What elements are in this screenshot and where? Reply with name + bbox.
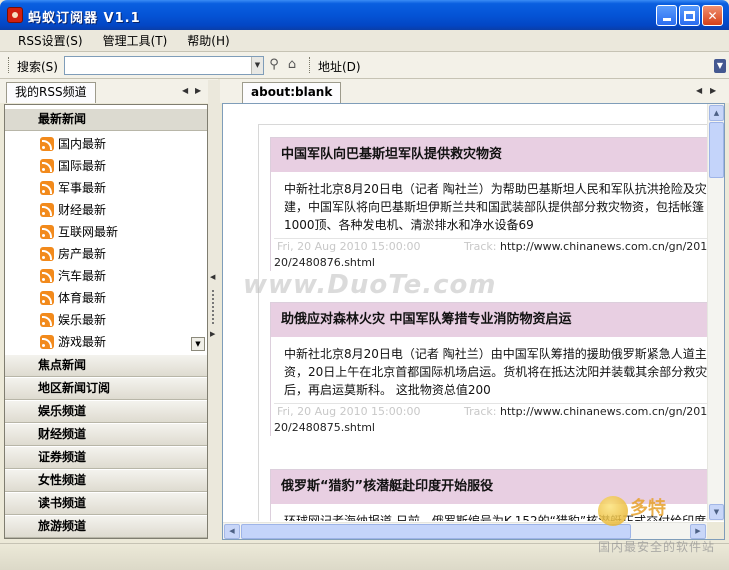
- tab-my-rss[interactable]: 我的RSS频道: [6, 82, 96, 103]
- rss-icon: [40, 203, 54, 217]
- feed-item[interactable]: 房产最新: [5, 243, 193, 265]
- rss-icon: [40, 291, 54, 305]
- address-label: 地址(D): [318, 60, 361, 74]
- maximize-icon: [684, 10, 695, 21]
- scroll-left-icon[interactable]: ◀: [224, 524, 240, 539]
- search-label: 搜索(S): [17, 60, 58, 74]
- article-link-continued[interactable]: 20/2480876.shtml: [271, 255, 707, 271]
- feed-item[interactable]: 汽车最新: [5, 265, 193, 287]
- rss-icon: [40, 137, 54, 151]
- rss-icon: [40, 225, 54, 239]
- article-card[interactable]: 助俄应对森林火灾 中国军队筹措专业消防物资启运 中新社北京8月20日电（记者 陶…: [270, 302, 707, 436]
- group-header[interactable]: 证券频道: [5, 446, 207, 469]
- collapse-left-icon[interactable]: ◀: [210, 273, 215, 281]
- group-header[interactable]: 娱乐频道: [5, 400, 207, 423]
- splitter-grip[interactable]: [212, 290, 215, 324]
- article-card[interactable]: 中国军队向巴基斯坦军队提供救灾物资 中新社北京8月20日电（记者 陶社兰）为帮助…: [270, 137, 707, 271]
- article-link[interactable]: http://www.chinanews.com.cn/gn/2010/08-: [500, 240, 707, 253]
- rss-icon: [40, 335, 54, 349]
- search-input[interactable]: ▼: [64, 56, 264, 75]
- article-track-label: Track:: [463, 405, 497, 418]
- magnifier-icon[interactable]: ⚲: [266, 57, 282, 73]
- group-header[interactable]: 旅游频道: [5, 515, 207, 538]
- chevron-down-icon[interactable]: ▼: [191, 337, 205, 351]
- watermark-duote: www.DuoTe.com: [243, 270, 497, 300]
- minimize-icon: [662, 18, 671, 21]
- article-meta: Fri, 20 Aug 2010 15:00:00 Track: http://…: [274, 238, 707, 255]
- tab-next-icon[interactable]: ▶: [710, 86, 716, 95]
- scroll-down-icon[interactable]: ▼: [709, 504, 724, 520]
- tab-prev-icon[interactable]: ◀: [696, 86, 702, 95]
- chevron-down-icon[interactable]: ▼: [251, 57, 263, 74]
- article-title[interactable]: 中国军队向巴基斯坦军队提供救灾物资: [271, 138, 707, 172]
- toolbar-overflow-icon[interactable]: ▼: [714, 59, 726, 73]
- ant-app-icon: [7, 7, 23, 23]
- rss-icon: [40, 269, 54, 283]
- article-date: Fri, 20 Aug 2010 15:00:00: [277, 240, 421, 253]
- watermark-corner-sub: 国内最安全的软件站: [598, 540, 716, 554]
- panel-splitter[interactable]: ◀ ▶: [208, 80, 220, 540]
- rss-icon: [40, 181, 54, 195]
- menu-bar: RSS设置(S) 管理工具(T) 帮助(H): [0, 30, 729, 52]
- article-link[interactable]: http://www.chinanews.com.cn/gn/2010/08-: [500, 405, 707, 418]
- close-button[interactable]: ✕: [702, 5, 723, 26]
- article-date: Fri, 20 Aug 2010 15:00:00: [277, 405, 421, 418]
- menu-manage-tools[interactable]: 管理工具(T): [95, 31, 176, 51]
- scroll-up-icon[interactable]: ▲: [709, 105, 724, 121]
- article-body: 中新社北京8月20日电（记者 陶社兰）由中国军队筹措的援助俄罗斯紧急人道主义物 …: [284, 347, 707, 397]
- feed-item[interactable]: 国内最新: [5, 133, 193, 155]
- tab-prev-icon[interactable]: ◀: [182, 86, 188, 95]
- scroll-corner: [707, 522, 724, 539]
- menu-help[interactable]: 帮助(H): [179, 31, 237, 51]
- article-track-label: Track:: [463, 240, 497, 253]
- group-header[interactable]: 女性频道: [5, 469, 207, 492]
- group-latest-news[interactable]: 最新新闻: [5, 108, 207, 131]
- group-header[interactable]: 读书频道: [5, 492, 207, 515]
- rss-icon: [40, 247, 54, 261]
- horizontal-scroll-thumb[interactable]: [241, 524, 631, 539]
- vertical-scroll-thumb[interactable]: [709, 122, 724, 178]
- rss-channel-tree: 最新新闻 国内最新 国际最新 军事最新 财经最新 互联网最新 房产最新 汽车最新…: [4, 104, 208, 539]
- title-bar[interactable]: 蚂蚁订阅器 V1.1 ✕: [0, 0, 729, 30]
- group-header[interactable]: 焦点新闻: [5, 354, 207, 377]
- home-icon[interactable]: ⌂: [284, 57, 300, 73]
- expand-right-icon[interactable]: ▶: [210, 330, 215, 338]
- tab-browser[interactable]: about:blank: [242, 82, 342, 103]
- left-tab-strip: 我的RSS频道 ◀ ▶: [0, 79, 218, 103]
- vertical-scrollbar[interactable]: ▲ ▼: [707, 104, 724, 521]
- scroll-right-icon[interactable]: ▶: [690, 524, 706, 539]
- feed-item[interactable]: 游戏最新: [5, 331, 193, 353]
- rss-icon: [40, 313, 54, 327]
- article-meta: Fri, 20 Aug 2010 15:00:00 Track: http://…: [274, 403, 707, 420]
- article-link-continued[interactable]: 20/2480875.shtml: [271, 420, 707, 436]
- feed-item[interactable]: 体育最新: [5, 287, 193, 309]
- window-title: 蚂蚁订阅器 V1.1: [28, 11, 141, 26]
- maximize-button[interactable]: [679, 5, 700, 26]
- watermark-corner: 多特: [630, 498, 666, 519]
- feed-item[interactable]: 国际最新: [5, 155, 193, 177]
- article-title[interactable]: 助俄应对森林火灾 中国军队筹措专业消防物资启运: [271, 303, 707, 337]
- toolbar-grip[interactable]: [8, 57, 11, 73]
- horizontal-scrollbar[interactable]: ◀ ▶: [223, 522, 707, 539]
- feed-item[interactable]: 互联网最新: [5, 221, 193, 243]
- feed-item[interactable]: 财经最新: [5, 199, 193, 221]
- minimize-button[interactable]: [656, 5, 677, 26]
- menu-rss-settings[interactable]: RSS设置(S): [10, 31, 91, 51]
- browser-content: 中国军队向巴基斯坦军队提供救灾物资 中新社北京8月20日电（记者 陶社兰）为帮助…: [223, 104, 707, 521]
- group-header[interactable]: 地区新闻订阅: [5, 377, 207, 400]
- article-body: 中新社北京8月20日电（记者 陶社兰）为帮助巴基斯坦人民和军队抗洪抢险及灾后重 …: [284, 182, 707, 232]
- feed-item[interactable]: 娱乐最新: [5, 309, 193, 331]
- tab-next-icon[interactable]: ▶: [195, 86, 201, 95]
- group-header[interactable]: 财经频道: [5, 423, 207, 446]
- feed-item[interactable]: 军事最新: [5, 177, 193, 199]
- toolbar: 搜索(S) ▼ ⚲ ⌂ 地址(D) ▼: [0, 52, 729, 79]
- rss-icon: [40, 159, 54, 173]
- toolbar-grip-2[interactable]: [309, 57, 312, 73]
- duote-logo-icon: [598, 496, 628, 526]
- close-icon: ✕: [707, 8, 718, 23]
- browser-tab-strip: about:blank ◀ ▶: [220, 79, 729, 103]
- browser-view[interactable]: 中国军队向巴基斯坦军队提供救灾物资 中新社北京8月20日电（记者 陶社兰）为帮助…: [222, 103, 725, 540]
